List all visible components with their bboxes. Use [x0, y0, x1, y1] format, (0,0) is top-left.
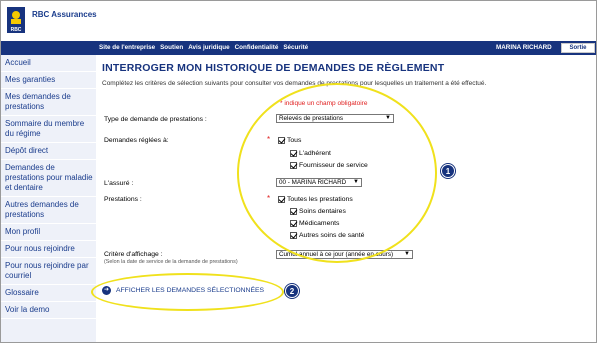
- highlight-ring-form: [237, 83, 437, 263]
- sidebar-item-rejoindre-courriel[interactable]: Pour nous rejoindre par courriel: [1, 258, 96, 285]
- page-title: INTERROGER MON HISTORIQUE DE DEMANDES DE…: [102, 62, 445, 74]
- nav-link-entreprise[interactable]: Site de l'entreprise: [99, 44, 155, 51]
- sidebar-item-autres-demandes[interactable]: Autres demandes de prestations: [1, 197, 96, 224]
- sidebar-item-rejoindre[interactable]: Pour nous rejoindre: [1, 241, 96, 258]
- sidebar-item-mes-garanties[interactable]: Mes garanties: [1, 72, 96, 89]
- user-name: MARINA RICHARD: [496, 44, 552, 51]
- top-nav-bar: Site de l'entreprise Soutien Avis juridi…: [1, 41, 596, 55]
- sidebar-item-glossaire[interactable]: Glossaire: [1, 285, 96, 302]
- benefits-label: Prestations :: [104, 196, 142, 203]
- chevron-down-icon: ▼: [404, 251, 410, 257]
- badge-1: 1: [441, 164, 455, 178]
- nav-link-confidentialite[interactable]: Confidentialité: [235, 44, 279, 51]
- nav-link-avis-juridique[interactable]: Avis juridique: [188, 44, 229, 51]
- highlight-ring-submit: [91, 273, 284, 311]
- nav-link-securite[interactable]: Sécurité: [283, 44, 308, 51]
- sidebar-item-mon-profil[interactable]: Mon profil: [1, 224, 96, 241]
- svg-text:RBC: RBC: [11, 27, 22, 33]
- sidebar: Accueil Mes garanties Mes demandes de pr…: [1, 55, 96, 342]
- display-sublabel: (Selon la date de service de la demande …: [104, 259, 238, 265]
- sidebar-item-sommaire-membre[interactable]: Sommaire du membre du régime: [1, 116, 96, 143]
- nav-link-soutien[interactable]: Soutien: [160, 44, 183, 51]
- display-label: Critère d'affichage :: [104, 251, 163, 258]
- sidebar-item-demandes-maladie-dentaire[interactable]: Demandes de prestations pour maladie et …: [1, 160, 96, 197]
- sidebar-item-depot-direct[interactable]: Dépôt direct: [1, 143, 96, 160]
- type-label: Type de demande de prestations :: [104, 116, 207, 123]
- insured-label: L'assuré :: [104, 180, 134, 187]
- logout-button[interactable]: Sortie: [561, 43, 595, 53]
- settled-label: Demandes réglées à:: [104, 137, 169, 144]
- intro-text: Complétez les critères de sélection suiv…: [102, 80, 487, 87]
- app-frame: RBC RBC Assurances Site de l'entreprise …: [0, 0, 597, 343]
- sidebar-item-demo[interactable]: Voir la demo: [1, 302, 96, 319]
- sidebar-item-accueil[interactable]: Accueil: [1, 55, 96, 72]
- header: RBC RBC Assurances: [1, 1, 596, 41]
- brand-name: RBC Assurances: [32, 10, 97, 19]
- rbc-logo: RBC: [7, 7, 25, 33]
- badge-2: 2: [285, 284, 299, 298]
- sidebar-item-mes-demandes[interactable]: Mes demandes de prestations: [1, 89, 96, 116]
